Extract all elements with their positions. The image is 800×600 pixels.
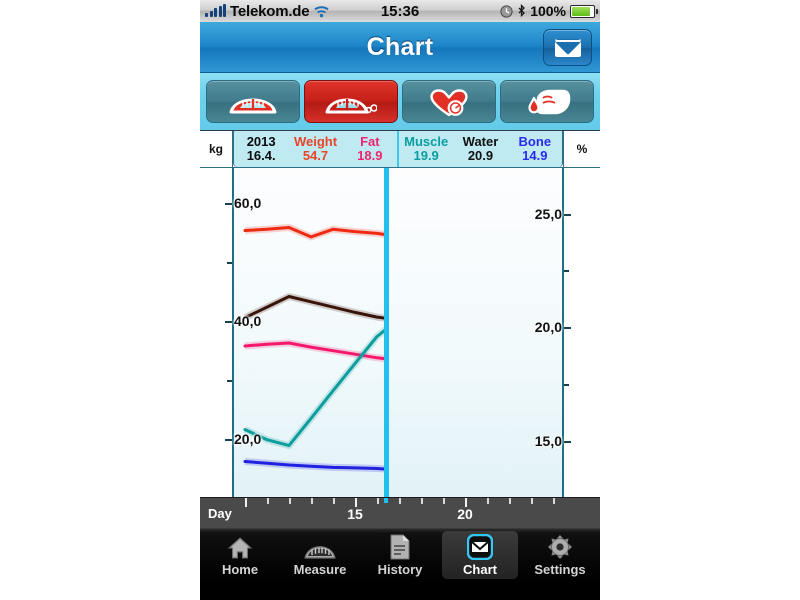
y-axis-right: 25,0 20,0 15,0 [535, 168, 600, 498]
tab-home[interactable]: Home [202, 531, 278, 579]
tab-label: Home [221, 561, 259, 577]
legend-title: Bone [518, 134, 552, 150]
chart-legend-header: kg 2013 16.4. Weight 54.7 Fat 18.9 Muscl… [200, 131, 600, 168]
scale-icon [227, 88, 279, 116]
scale-icon [303, 534, 337, 560]
heart-gauge-icon [428, 87, 470, 117]
page-title: Chart [366, 32, 434, 61]
house-icon [227, 534, 253, 560]
body-composition-button[interactable] [304, 80, 398, 123]
legend-column-muscle: Muscle 19.9 [396, 131, 453, 167]
x-axis-cursor-marker [383, 498, 388, 503]
measurement-mode-bar [200, 73, 600, 130]
blood-pressure-button[interactable] [402, 80, 496, 123]
screenshot-canvas: Telekom.de 15:36 100% Chart kg 2013 16.4… [0, 0, 800, 600]
document-icon [389, 534, 411, 560]
y-tick-label-left: 40,0 [234, 313, 262, 330]
clock-time: 15:36 [380, 2, 420, 20]
legend-title: Fat [360, 134, 380, 150]
right-unit-label: % [563, 131, 600, 167]
legend-values: 2013 16.4. Weight 54.7 Fat 18.9 Muscle 1… [233, 131, 563, 167]
legend-title: 2013 [246, 134, 276, 150]
x-tick [267, 498, 269, 504]
chart-cursor-line[interactable] [383, 168, 389, 498]
legend-value: 19.9 [413, 148, 439, 163]
x-tick [289, 498, 291, 504]
chart-lines [243, 224, 388, 473]
status-bar: Telekom.de 15:36 100% [200, 0, 600, 22]
envelope-icon [554, 38, 581, 57]
y-tick-label-left: 20,0 [234, 431, 262, 448]
tab-label: Settings [534, 561, 586, 577]
legend-value: 20.9 [467, 148, 494, 163]
x-tick [509, 498, 511, 504]
x-tick [531, 498, 533, 504]
tab-settings[interactable]: Settings [522, 531, 598, 579]
x-tick-label: 20 [457, 506, 473, 522]
x-axis-label: Day [208, 506, 232, 521]
x-tick [333, 498, 335, 504]
chart-panel: kg 2013 16.4. Weight 54.7 Fat 18.9 Muscl… [200, 130, 600, 498]
tab-chart[interactable]: Chart [442, 531, 518, 579]
x-tick-label: 15 [347, 506, 363, 522]
y-axis-left: 60,0 40,0 20,0 [200, 168, 261, 498]
y-tick-left [225, 203, 232, 206]
legend-value: 54.7 [302, 148, 329, 163]
legend-column-fat: Fat 18.9 [343, 131, 397, 167]
scale-button[interactable] [206, 80, 300, 123]
legend-value: 18.9 [357, 148, 383, 163]
tab-label: History [377, 561, 423, 577]
legend-value: 14.9 [522, 148, 548, 163]
y-tick-right [564, 384, 569, 387]
x-tick [245, 498, 247, 507]
legend-column-weight: Weight 54.7 [288, 131, 342, 167]
y-tick-right [564, 441, 571, 444]
legend-title: Muscle [404, 134, 449, 150]
y-tick-right [564, 270, 569, 273]
y-tick-label-left: 60,0 [234, 195, 262, 212]
navigation-bar: Chart [200, 22, 600, 73]
tab-history[interactable]: History [362, 531, 438, 579]
tab-bar: Home Measure History Chart Settings [200, 528, 600, 581]
envelope-icon [467, 533, 493, 560]
glucose-button[interactable] [500, 80, 594, 123]
left-unit-label: kg [200, 131, 233, 167]
y-tick-left [225, 321, 232, 324]
x-tick [377, 498, 379, 504]
tab-label: Chart [463, 561, 497, 577]
x-tick [443, 498, 445, 504]
chart-plot[interactable] [232, 168, 564, 498]
mail-button[interactable] [543, 29, 592, 66]
x-tick [553, 498, 555, 504]
y-tick-label-right: 25,0 [534, 205, 562, 222]
y-tick-right [564, 213, 571, 216]
x-tick [311, 498, 313, 504]
x-tick [487, 498, 489, 504]
gear-icon [547, 534, 573, 560]
tab-label: Measure [293, 561, 347, 577]
y-tick-label-right: 15,0 [534, 433, 562, 450]
x-tick [399, 498, 401, 504]
battery-icon [570, 4, 598, 18]
x-axis: Day 15 20 [200, 497, 600, 528]
plot-area: 60,0 40,0 20,0 25,0 20,0 15,0 [200, 168, 600, 498]
y-tick-label-right: 20,0 [534, 319, 562, 336]
x-tick [421, 498, 423, 504]
phone-screen: Telekom.de 15:36 100% Chart kg 2013 16.4… [200, 0, 600, 600]
legend-title: Weight [293, 134, 338, 150]
y-tick-left [225, 439, 232, 442]
legend-column-water: Water 20.9 [453, 131, 507, 167]
legend-column-bone: Bone 14.9 [508, 131, 562, 167]
legend-title: Water [462, 134, 499, 150]
legend-value: 16.4. [246, 148, 276, 163]
legend-column-date: 2013 16.4. [234, 131, 288, 167]
scale-bubbles-icon [325, 88, 377, 116]
tab-measure[interactable]: Measure [282, 531, 358, 579]
finger-blood-drop-icon [523, 87, 571, 117]
y-tick-right [564, 327, 571, 330]
